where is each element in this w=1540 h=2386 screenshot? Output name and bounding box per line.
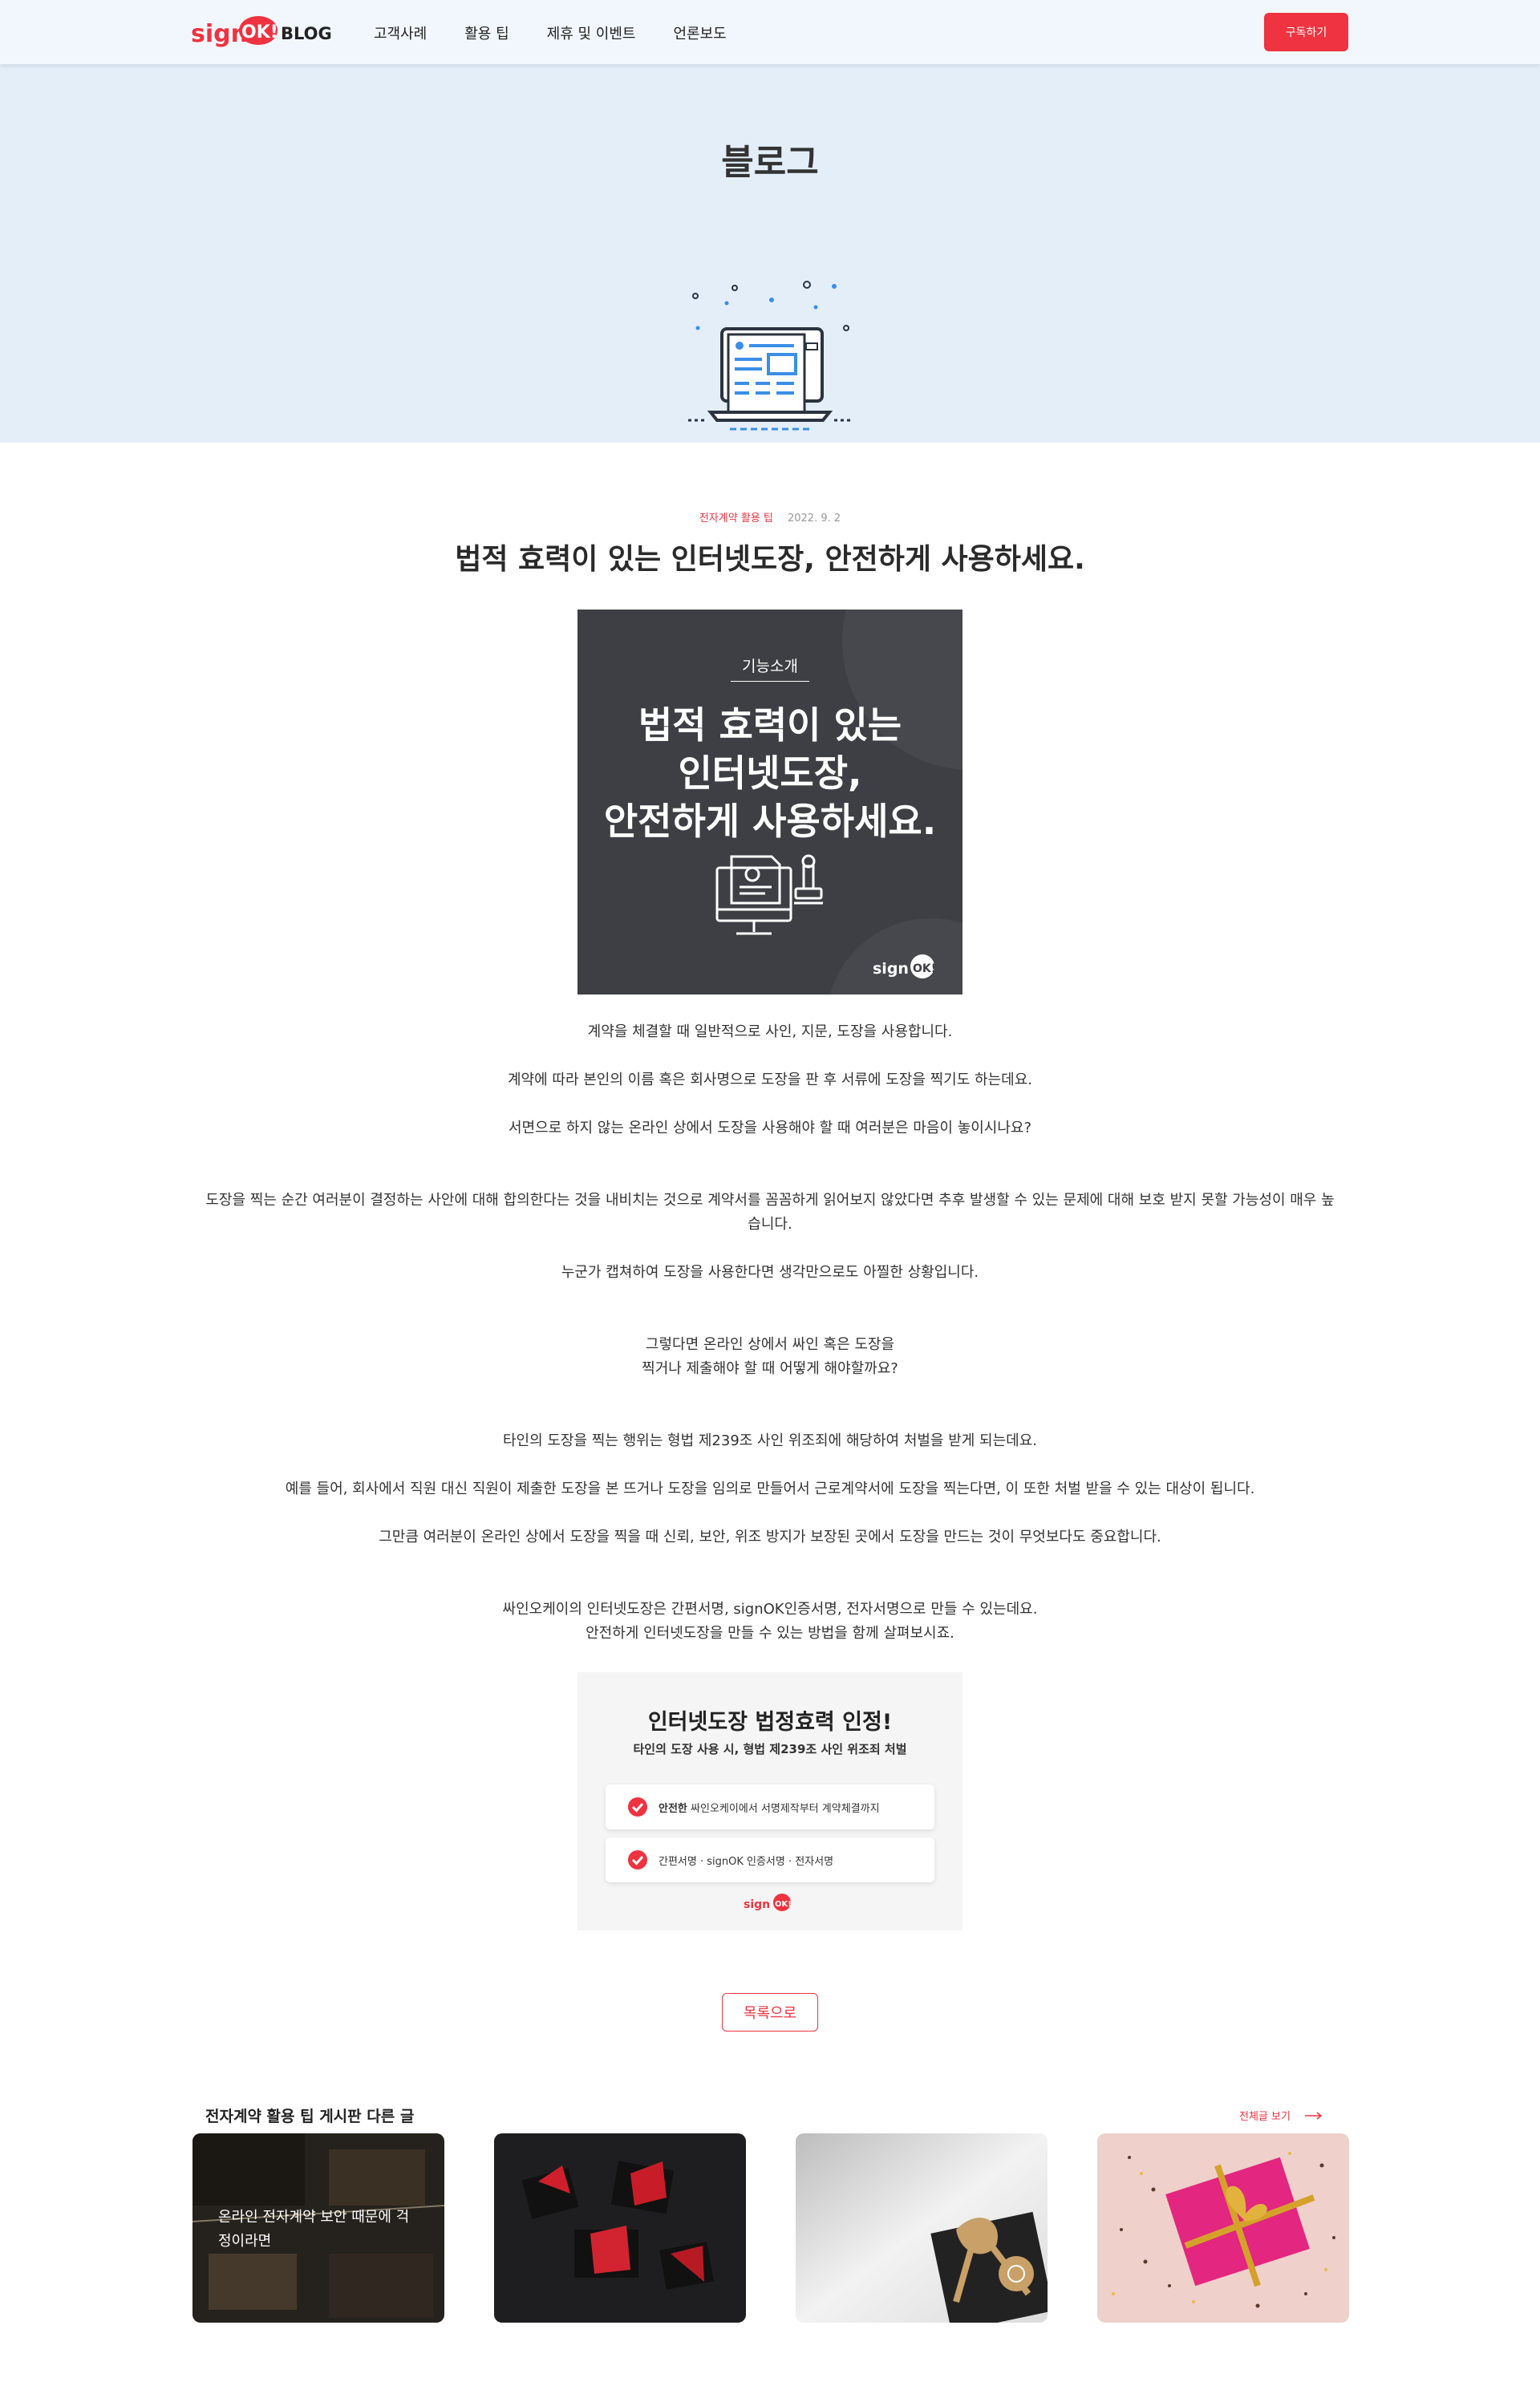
body-paragraph: 계약을 체결할 때 일반적으로 사인, 지문, 도장을 사용합니다.: [587, 1023, 953, 1040]
svg-text:OK!: OK!: [913, 962, 936, 975]
related-post-card[interactable]: [494, 2133, 746, 2323]
site-header: sign OK! BLOG 고객사례 활용 팁 제휴 및 이벤트 언론보도 구독…: [0, 0, 1540, 64]
info-card-row-rest: 싸인오케이에서 서명제작부터 계약체결까지: [687, 1803, 880, 1815]
info-card-image: 인터넷도장 법정효력 인정! 타인의 도장 사용 시, 형법 제239조 사인 …: [578, 1672, 962, 1930]
info-card-row-bold: 안전한: [659, 1803, 687, 1815]
related-post-card[interactable]: [796, 2133, 1048, 2323]
monitor-stamp-icon: [715, 850, 828, 946]
svg-text:sign: sign: [744, 1898, 770, 1911]
arrow-right-icon: [1305, 2111, 1323, 2123]
body-paragraph: 누군가 캡쳐하여 도장을 사용한다면 생각만으로도 아찔한 상황입니다.: [561, 1264, 979, 1281]
svg-text:sign: sign: [873, 960, 909, 978]
svg-text:sign: sign: [191, 20, 248, 48]
related-post-caption-line: 온라인 전자계약 보안 때문에 걱: [218, 2209, 410, 2226]
signok-brand-logo: sign OK!: [873, 951, 945, 983]
body-paragraph: 그렇다면 온라인 상에서 싸인 혹은 도장을: [645, 1336, 895, 1353]
body-paragraph: 그만큼 여러분이 온라인 상에서 도장을 찍을 때 신뢰, 보안, 위조 방지가…: [379, 1529, 1161, 1545]
nav-partnership-events[interactable]: 제휴 및 이벤트: [547, 22, 636, 43]
related-post-caption: 온라인 전자계약 보안 때문에 걱 정이라면: [218, 2206, 427, 2254]
subscribe-button[interactable]: 구독하기: [1264, 13, 1348, 51]
related-post-card[interactable]: [1097, 2133, 1349, 2323]
nav-press[interactable]: 언론보도: [673, 22, 726, 43]
laptop-document-icon: [682, 209, 858, 449]
body-paragraph: 도장을 찍는 순간 여러분이 결정하는 사안에 대해 합의한다는 것을 내비치는…: [205, 1192, 1335, 1233]
page-title: 블로그: [721, 142, 819, 183]
related-section-title: 전자계약 활용 팁 게시판 다른 글: [205, 2108, 415, 2125]
signok-brand-logo: sign OK!: [742, 1890, 798, 1916]
feature-badge: 기능소개: [578, 654, 962, 682]
body-paragraph: 예를 들어, 회사에서 직원 대신 직원이 제출한 도장을 본 뜨거나 도장을 …: [285, 1481, 1255, 1497]
post-meta: 전자계약 활용 팁 2022. 9. 2: [0, 509, 1540, 525]
info-card-row-text: 안전한 싸인오케이에서 서명제작부터 계약체결까지: [659, 1800, 880, 1815]
site-logo[interactable]: sign OK! BLOG: [191, 13, 331, 51]
check-circle-icon: [628, 1797, 647, 1817]
body-paragraph: 싸인오케이의 인터넷도장은 간편서명, signOK인증서명, 전자서명으로 만…: [502, 1601, 1038, 1618]
nav-usage-tips[interactable]: 활용 팁: [464, 22, 509, 43]
body-paragraph: 타인의 도장을 찍는 행위는 형법 제239조 사인 위조죄에 해당하여 처벌을…: [502, 1432, 1038, 1449]
see-all-label: 전체글 보기: [1239, 2111, 1291, 2123]
body-paragraph: 계약에 따라 본인의 이름 혹은 회사명으로 도장을 판 후 서류에 도장을 찍…: [508, 1071, 1032, 1088]
post-category[interactable]: 전자계약 활용 팁: [699, 512, 773, 525]
info-card-row-text: 간편서명 · signOK 인증서명 · 전자서명: [659, 1856, 834, 1868]
info-card-row: 안전한 싸인오케이에서 서명제작부터 계약체결까지: [606, 1784, 934, 1829]
nav-customer-cases[interactable]: 고객사례: [374, 22, 427, 43]
back-to-list-button[interactable]: 목록으로: [722, 1993, 818, 2032]
main-nav: 고객사례 활용 팁 제휴 및 이벤트 언론보도: [374, 22, 727, 43]
post-title: 법적 효력이 있는 인터넷도장, 안전하게 사용하세요.: [455, 543, 1085, 576]
post-date: 2022. 9. 2: [787, 512, 841, 525]
related-post-card[interactable]: 온라인 전자계약 보안 때문에 걱 정이라면: [192, 2133, 444, 2323]
feature-headline-2: 인터넷도장,: [678, 751, 862, 795]
see-all-link[interactable]: 전체글 보기: [1239, 2108, 1323, 2123]
svg-text:OK!: OK!: [241, 22, 278, 43]
related-post-caption-line: 정이라면: [218, 2233, 272, 2250]
hero-banner: 블로그: [0, 64, 1540, 443]
check-circle-icon: [628, 1850, 647, 1870]
info-card-title: 인터넷도장 법정효력 인정!: [647, 1710, 893, 1735]
info-card-row: 간편서명 · signOK 인증서명 · 전자서명: [606, 1837, 934, 1882]
feature-badge-text: 기능소개: [731, 654, 809, 682]
feature-image: 기능소개 법적 효력이 있는 인터넷도장, 안전하게 사용하세요. sign O…: [578, 610, 962, 995]
feature-headline-1: 법적 효력이 있는: [638, 703, 902, 747]
body-paragraph: 서면으로 하지 않는 온라인 상에서 도장을 사용해야 할 때 여러분은 마음이…: [508, 1120, 1032, 1136]
body-paragraph: 찍거나 제출해야 할 때 어떻게 해야할까요?: [642, 1360, 898, 1377]
feature-headline-3: 안전하게 사용하세요.: [603, 800, 937, 843]
svg-text:BLOG: BLOG: [281, 24, 331, 43]
info-card-subtitle: 타인의 도장 사용 시, 형법 제239조 사인 위조죄 처벌: [633, 1742, 907, 1756]
svg-text:OK!: OK!: [775, 1900, 792, 1909]
body-paragraph: 안전하게 인터넷도장을 만들 수 있는 방법을 함께 살펴보시죠.: [586, 1625, 954, 1642]
